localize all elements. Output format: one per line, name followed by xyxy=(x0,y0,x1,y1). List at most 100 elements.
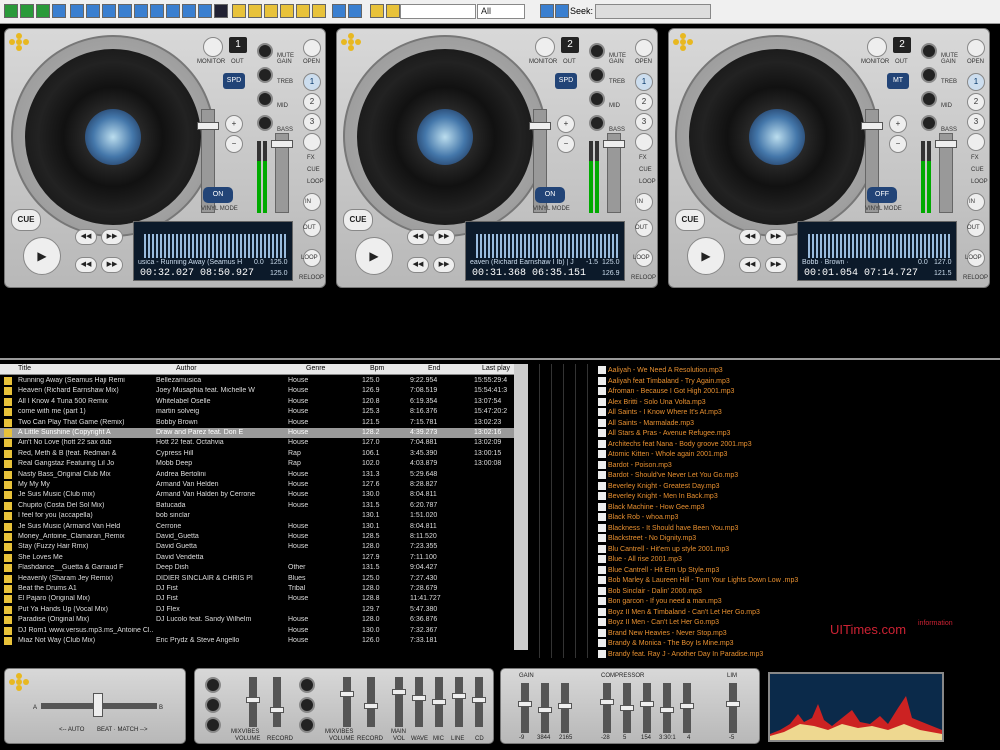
table-row[interactable]: Je Suis Music (Armand Van Held Cerrone Hou… xyxy=(0,522,514,532)
col-genre[interactable]: Genre xyxy=(306,365,325,372)
bass-knob[interactable] xyxy=(257,115,273,131)
comp-slider-2[interactable] xyxy=(620,683,634,733)
table-row[interactable]: Two Can Play That Game (Remix) Bobby Brow… xyxy=(0,418,514,428)
pitch-down-button[interactable]: − xyxy=(557,135,575,153)
table-row[interactable]: Chupito (Costa Del Sol Mix) Batucada House… xyxy=(0,501,514,511)
vinyl-mode-toggle[interactable]: ON xyxy=(203,187,233,203)
pitch-up-button[interactable]: + xyxy=(889,115,907,133)
table-row[interactable]: Stay (Fuzzy Hair Rmx) David Guetta House 12… xyxy=(0,542,514,552)
list-item[interactable]: All Saints - Marmalade.mp3 xyxy=(598,418,1000,430)
table-row[interactable]: My My My Armand Van Helden House 127.6 8:28.… xyxy=(0,480,514,490)
fx-label[interactable]: FX xyxy=(307,155,315,161)
list-item[interactable]: Aaliyah feat Timbaland - Try Again.mp3 xyxy=(598,376,1000,388)
fast-forward-button[interactable]: ▶▶ xyxy=(101,229,123,245)
cue-point-2[interactable]: 2 xyxy=(967,93,985,111)
pitch-up-button[interactable]: + xyxy=(557,115,575,133)
fx-icon[interactable] xyxy=(312,4,326,18)
record-slider-2[interactable] xyxy=(364,677,378,727)
cycle-icon[interactable] xyxy=(118,4,132,18)
cue-point-4[interactable] xyxy=(635,133,653,151)
list-item[interactable]: Bardot - Should've Never Let You Go.mp3 xyxy=(598,471,1000,482)
list-item[interactable]: Black Machine - How Gee.mp3 xyxy=(598,502,1000,514)
channel-volume-fader[interactable] xyxy=(271,133,293,213)
gain-knob[interactable] xyxy=(921,43,937,59)
knob-6[interactable] xyxy=(299,717,315,733)
list-item[interactable]: Blue Cantrell - Hit Em Up Style.mp3 xyxy=(598,565,1000,577)
col-last-play[interactable]: Last play xyxy=(482,365,510,372)
list-item[interactable]: Bon garcon - If you need a man.mp3 xyxy=(598,597,1000,608)
monitor-button[interactable] xyxy=(867,37,887,57)
lim-slider[interactable] xyxy=(726,683,740,733)
list-item[interactable]: Black Rob - whoa.mp3 xyxy=(598,513,1000,524)
deck-icon[interactable] xyxy=(280,4,294,18)
list-item[interactable]: All Saints - I Know Where It's At.mp3 xyxy=(598,408,1000,419)
list-item[interactable]: Blu Cantrell - Hit'em up style 2001.mp3 xyxy=(598,544,1000,556)
forward-button[interactable]: ▶▶ xyxy=(765,257,787,273)
vinyl-mode-toggle[interactable]: OFF xyxy=(867,187,897,203)
list-item[interactable]: Beverley Knight - Men In Back.mp3 xyxy=(598,492,1000,503)
knob-1[interactable] xyxy=(205,677,221,693)
table-row[interactable]: Real Gangstaz Featuring Lil Jo Mobb Deep R… xyxy=(0,459,514,469)
list-item[interactable]: Alex Britti - Solo Una Volta.mp3 xyxy=(598,397,1000,409)
list-item[interactable]: Atomic Kitten - Whole again 2001.mp3 xyxy=(598,450,1000,461)
list-item[interactable]: Bob Sinclair - Dalin' 2000.mp3 xyxy=(598,586,1000,598)
cue-point-3[interactable]: 3 xyxy=(303,113,321,131)
grid-icon[interactable] xyxy=(248,4,262,18)
treble-knob[interactable] xyxy=(589,67,605,83)
skip-forward-icon[interactable] xyxy=(166,4,180,18)
cue-toggle-label[interactable]: CUE xyxy=(639,167,652,173)
open-folder-icon[interactable] xyxy=(20,4,34,18)
table-row[interactable]: Miaz Not Way (Club Mix) Eric Prydz & Stev… xyxy=(0,636,514,646)
upload-icon[interactable] xyxy=(348,4,362,18)
knob-3[interactable] xyxy=(205,717,221,733)
open-button[interactable] xyxy=(635,39,653,57)
knob-2[interactable] xyxy=(205,697,221,713)
knob-5[interactable] xyxy=(299,697,315,713)
col-bpm[interactable]: Bpm xyxy=(370,365,384,372)
skip-back-icon[interactable] xyxy=(150,4,164,18)
speed-mode-button[interactable]: MT xyxy=(887,73,909,89)
cue-point-1[interactable]: 1 xyxy=(635,73,653,91)
comp-slider-4[interactable] xyxy=(660,683,674,733)
mid-knob[interactable] xyxy=(589,91,605,107)
list-icon[interactable] xyxy=(232,4,246,18)
disk-icon[interactable] xyxy=(52,4,66,18)
mic-slider[interactable] xyxy=(432,677,446,727)
col-author[interactable]: Author xyxy=(176,365,197,372)
cue-point-4[interactable] xyxy=(303,133,321,151)
rewind-icon[interactable] xyxy=(102,4,116,18)
record-icon[interactable] xyxy=(86,4,100,18)
pitch-up-button[interactable]: + xyxy=(225,115,243,133)
folder-icon[interactable] xyxy=(370,4,384,18)
table-row[interactable]: Beat the Drums A1 DJ Fist Tribal 128.0 7:28.… xyxy=(0,584,514,594)
fx-label[interactable]: FX xyxy=(639,155,647,161)
table-row[interactable]: All I Know 4 Tuna 500 Remix Whitelabel Os… xyxy=(0,397,514,407)
end-icon[interactable] xyxy=(198,4,212,18)
search-input[interactable] xyxy=(400,4,476,19)
loop-toggle-label[interactable]: LOOP xyxy=(307,179,324,185)
cue-point-1[interactable]: 1 xyxy=(303,73,321,91)
mid-knob[interactable] xyxy=(257,91,273,107)
wave-slider[interactable] xyxy=(412,677,426,727)
step-icon[interactable] xyxy=(214,4,228,18)
download-icon[interactable] xyxy=(332,4,346,18)
record-slider[interactable] xyxy=(270,677,284,727)
filter-select[interactable]: All xyxy=(477,4,525,19)
table-row[interactable]: DJ Rom1 www.versus.mp3.ms_Antoine Cl... H… xyxy=(0,626,514,636)
loop-toggle-label[interactable]: LOOP xyxy=(971,179,988,185)
list-item[interactable]: Bob Marley & Laureen Hill - Turn Your Li… xyxy=(598,576,1000,587)
list-item[interactable]: Bardot - Poison.mp3 xyxy=(598,460,1000,472)
table-row[interactable]: Money_Antoine_Clamaran_Remix David_Guetta… xyxy=(0,532,514,542)
table-row[interactable]: Ain't No Love (hott 22 sax dub Hott 22 fe… xyxy=(0,438,514,448)
play-icon[interactable] xyxy=(540,4,554,18)
play-pause-button[interactable]: ▶ xyxy=(687,237,725,275)
table-row[interactable]: El Pajaro (Original Mix) DJ Fist House 128.… xyxy=(0,594,514,604)
cue-point-1[interactable]: 1 xyxy=(967,73,985,91)
list-item[interactable]: Blue - All rise 2001.mp3 xyxy=(598,555,1000,566)
line-slider[interactable] xyxy=(452,677,466,727)
auto-button[interactable]: <-- AUTO xyxy=(59,727,84,733)
table-row[interactable]: Red, Meth & B (feat. Redman & Cypress Hil… xyxy=(0,449,514,459)
waveform[interactable] xyxy=(476,234,620,258)
monitor-button[interactable] xyxy=(203,37,223,57)
list-item[interactable]: Afroman - Because I Got High 2001.mp3 xyxy=(598,387,1000,398)
